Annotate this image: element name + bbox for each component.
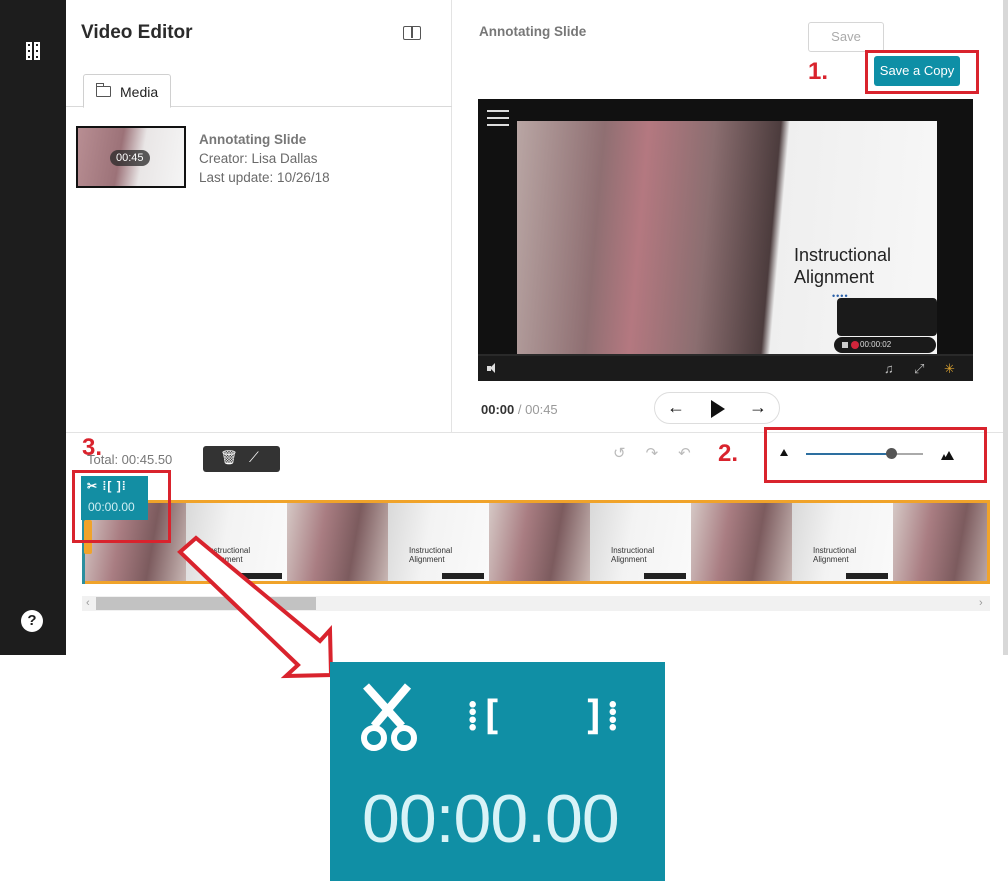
video-editor-screen: ? Video Editor Media 00:45 Annotating Sl… [0,0,1008,881]
scissors-icon [361,683,417,751]
callout-timecode: 00:00.00 [362,781,620,857]
zoomed-callout: ⁞[ ]⁞ 00:00.00 [330,662,665,881]
arrow-shape [177,535,334,679]
trim-start-icon: ⁞[ [466,693,504,739]
trim-end-icon: ]⁞ [582,693,620,739]
